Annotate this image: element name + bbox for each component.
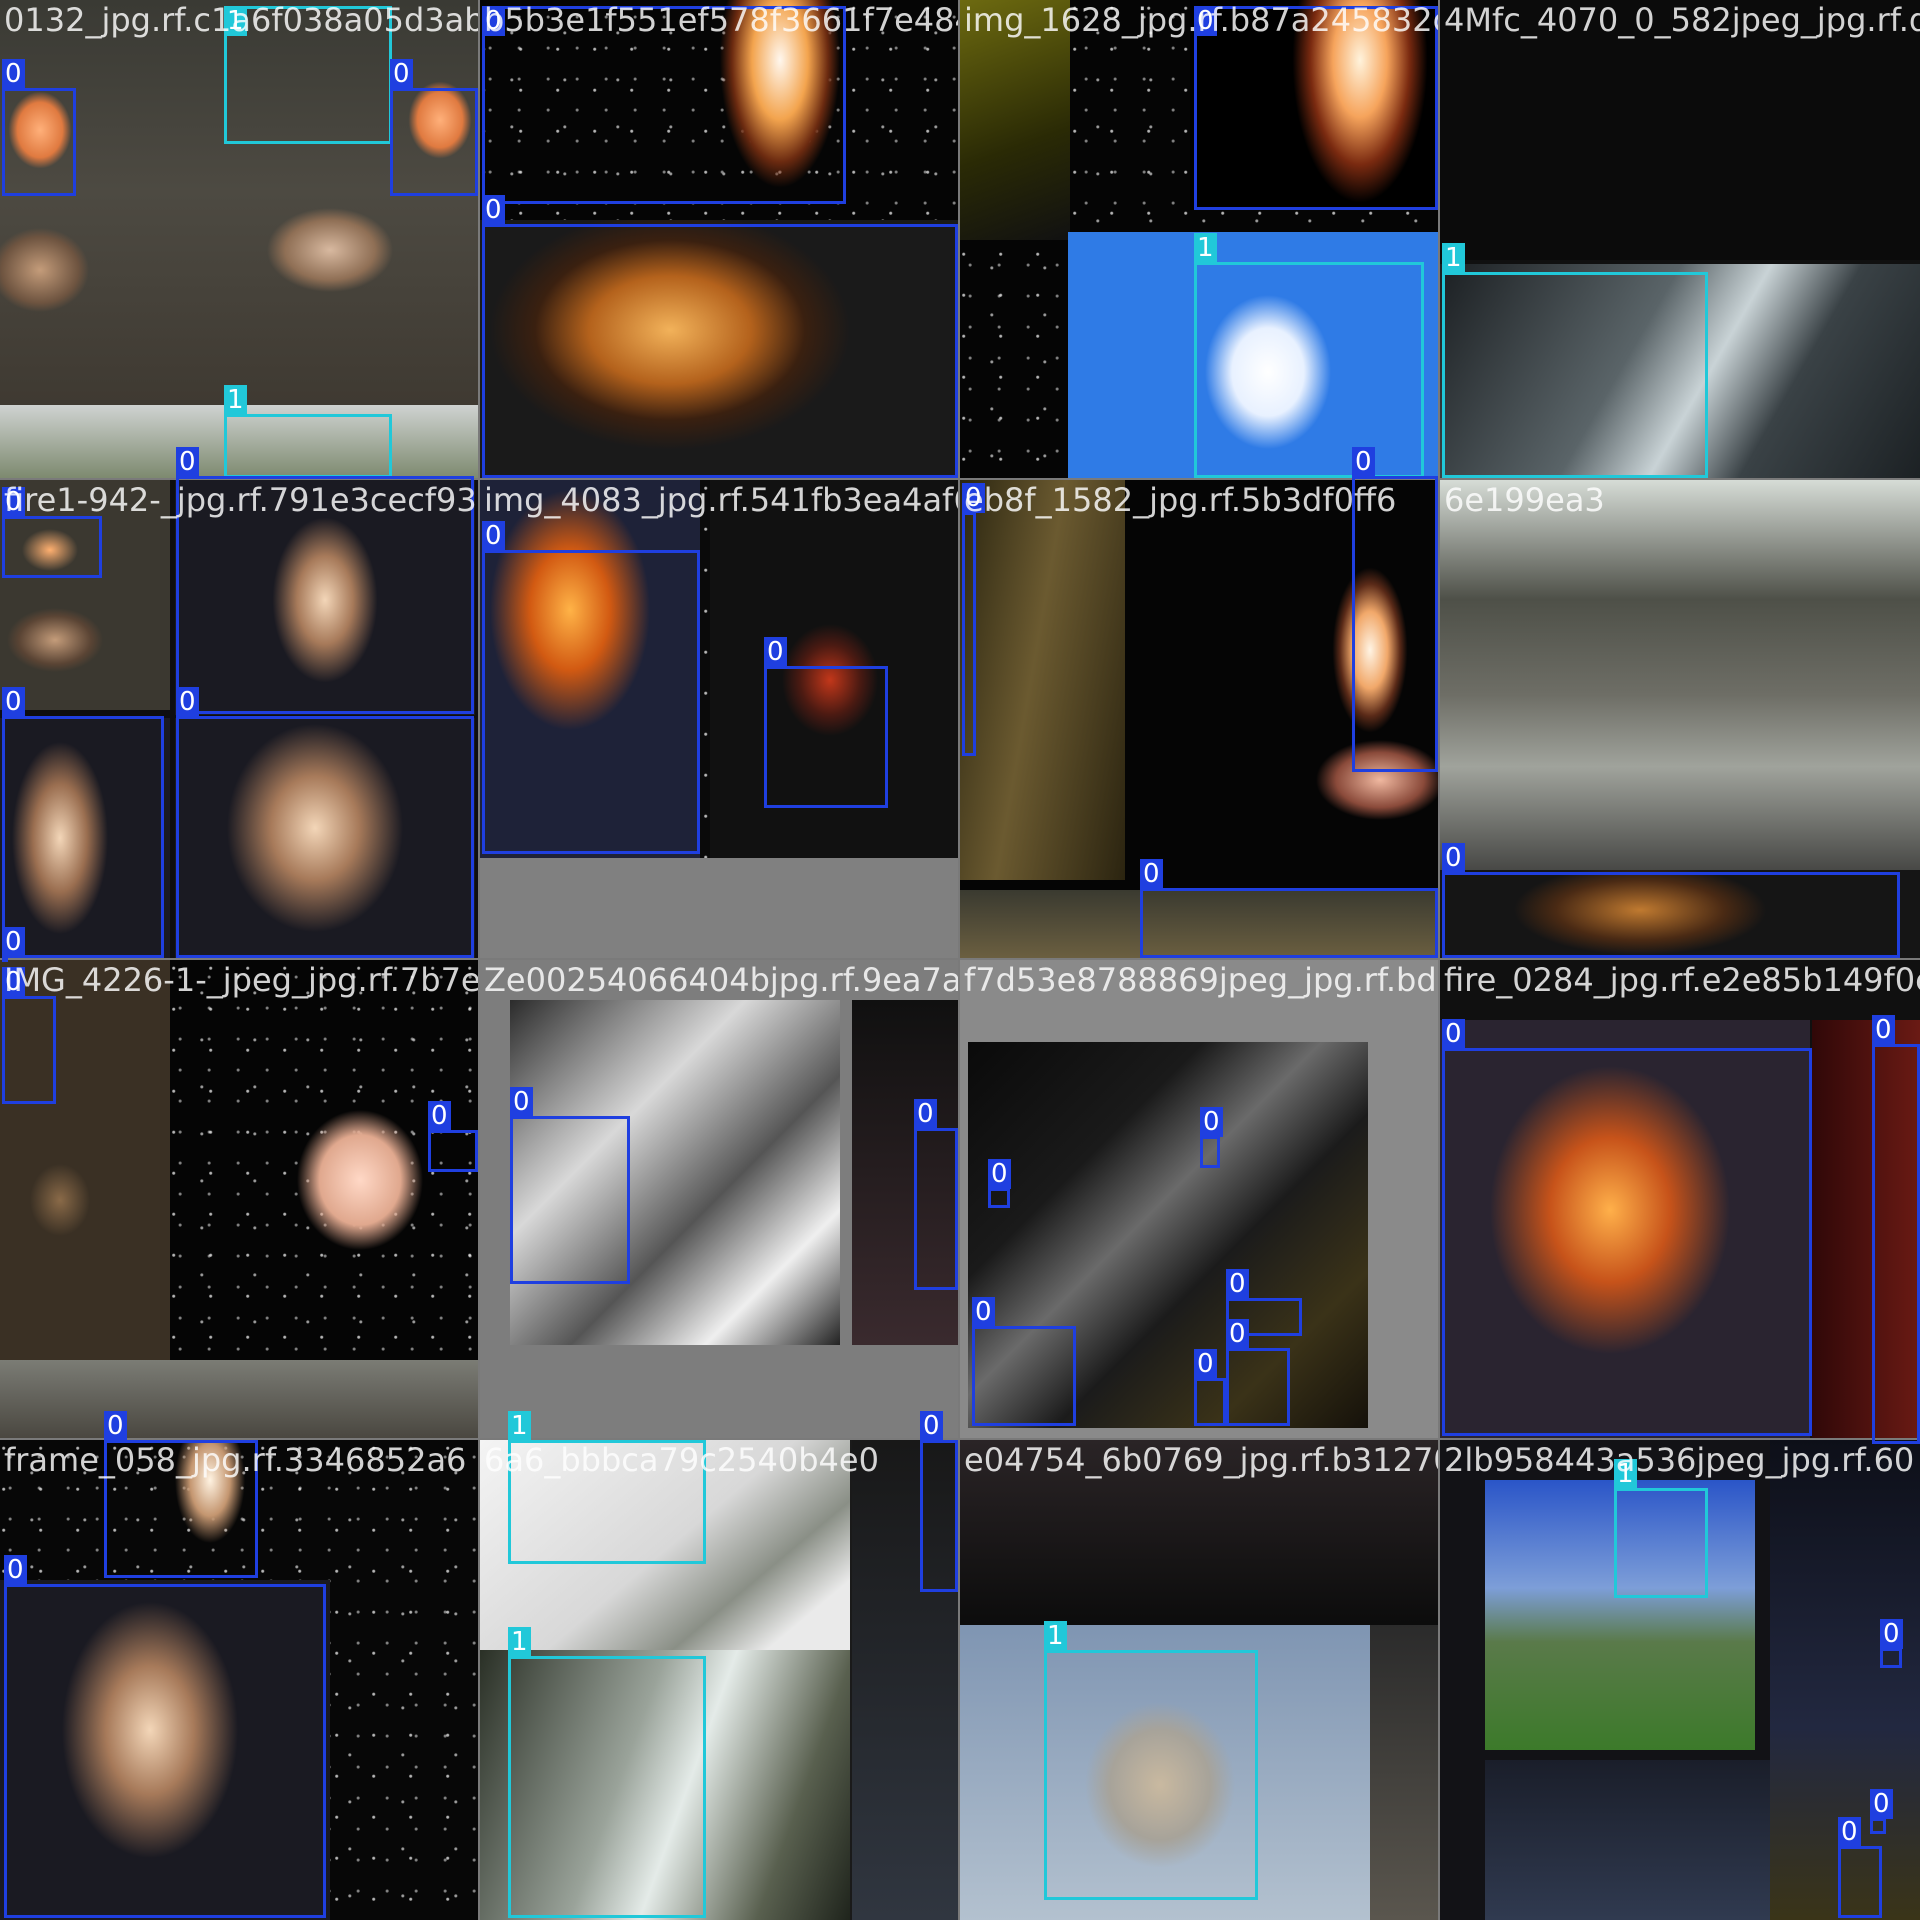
detection-box-fire: 0 [1880,1619,1903,1668]
class-label: 0 [1880,1619,1903,1649]
class-label: 1 [224,385,247,415]
class-label: 0 [2,59,25,89]
class-label: 1 [508,1627,531,1657]
detection-box-fire: 0 [1870,1789,1893,1834]
detection-box-fire: 0 [510,1087,630,1284]
detection-box-fire: 0 [1226,1319,1290,1426]
detection-box-fire: 0 [962,483,985,756]
detection-box-fire: 0 [104,1411,258,1578]
class-label: 0 [1140,859,1163,889]
detection-box-smoke: 1 [508,1411,706,1564]
class-label: 0 [2,927,25,957]
class-label: 0 [1194,6,1217,36]
detection-box-fire: 0 [1140,859,1438,958]
detection-box-fire: 0 [1442,843,1900,958]
tile: IMG_4226-1-_jpeg_jpg.rf.7b7e00254066404b [0,960,478,1438]
detection-box-fire: 0 [4,1555,326,1918]
class-label: 0 [1838,1817,1861,1847]
detection-box-fire: 0 [428,1101,478,1172]
class-label: 0 [914,1099,937,1129]
class-label: 0 [104,1411,127,1441]
detection-box-fire: 0 [1442,1019,1812,1436]
detection-box-smoke: 1 [1044,1621,1258,1900]
class-label: 0 [1200,1107,1223,1137]
detection-box-fire: 0 [920,1411,958,1592]
class-label: 0 [972,1297,995,1327]
detection-box-fire: 0 [1194,6,1438,210]
class-label: 0 [510,1087,533,1117]
detection-box-fire: 0 [2,927,25,962]
class-label: 0 [2,487,25,517]
detection-box-fire: 0 [390,59,478,196]
detection-box-smoke: 1 [1614,1459,1708,1598]
class-label: 0 [1872,1015,1895,1045]
detection-box-smoke: 1 [1442,243,1708,478]
class-label: 1 [1194,233,1217,263]
detection-box-fire: 0 [764,637,888,808]
class-label: 0 [962,483,985,513]
detection-mosaic: 0132_jpg.rf.c1a6f038a05d3ab5b3e1f551ef57… [0,0,1920,1920]
class-label: 1 [1442,243,1465,273]
detection-box-fire: 0 [914,1099,958,1290]
detection-box-fire: 0 [482,521,700,854]
class-label: 0 [764,637,787,667]
class-label: 0 [1442,1019,1465,1049]
class-label: 0 [920,1411,943,1441]
class-label: 0 [2,967,25,997]
detection-box-fire: 0 [1352,447,1438,772]
class-label: 1 [508,1411,531,1441]
detection-box-fire: 0 [972,1297,1076,1426]
class-label: 0 [2,687,25,717]
class-label: 0 [176,447,199,477]
class-label: 0 [482,195,505,225]
detection-box-fire: 0 [176,687,474,958]
class-label: 0 [482,6,505,36]
detection-box-fire: 0 [2,487,102,578]
detection-box-fire: 0 [176,447,474,714]
class-label: 0 [482,521,505,551]
detection-box-fire: 0 [1838,1817,1882,1918]
class-label: 0 [1870,1789,1893,1819]
class-label: 0 [1442,843,1465,873]
detection-box-fire: 0 [482,195,958,478]
detection-box-smoke: 1 [1194,233,1424,478]
detection-box-fire: 0 [482,6,846,204]
class-label: 1 [1614,1459,1637,1489]
class-label: 0 [1194,1349,1217,1379]
detection-box-fire: 0 [1872,1015,1920,1444]
class-label: 0 [1352,447,1375,477]
detection-box-fire: 0 [1194,1349,1226,1426]
class-label: 0 [1226,1269,1249,1299]
detection-box-smoke: 1 [224,385,392,478]
detection-box-fire: 0 [988,1159,1011,1208]
detection-box-smoke: 1 [508,1627,706,1918]
class-label: 1 [224,6,247,36]
class-label: 0 [4,1555,27,1585]
class-label: 0 [428,1101,451,1131]
class-label: 0 [988,1159,1011,1189]
detection-box-smoke: 1 [224,6,392,144]
detection-box-fire: 0 [2,687,164,958]
class-label: 1 [1044,1621,1067,1651]
class-label: 0 [1226,1319,1249,1349]
detection-box-fire: 0 [2,967,56,1104]
class-label: 0 [390,59,413,89]
class-label: 0 [176,687,199,717]
detection-box-fire: 0 [2,59,76,196]
detection-box-fire: 0 [1200,1107,1223,1168]
